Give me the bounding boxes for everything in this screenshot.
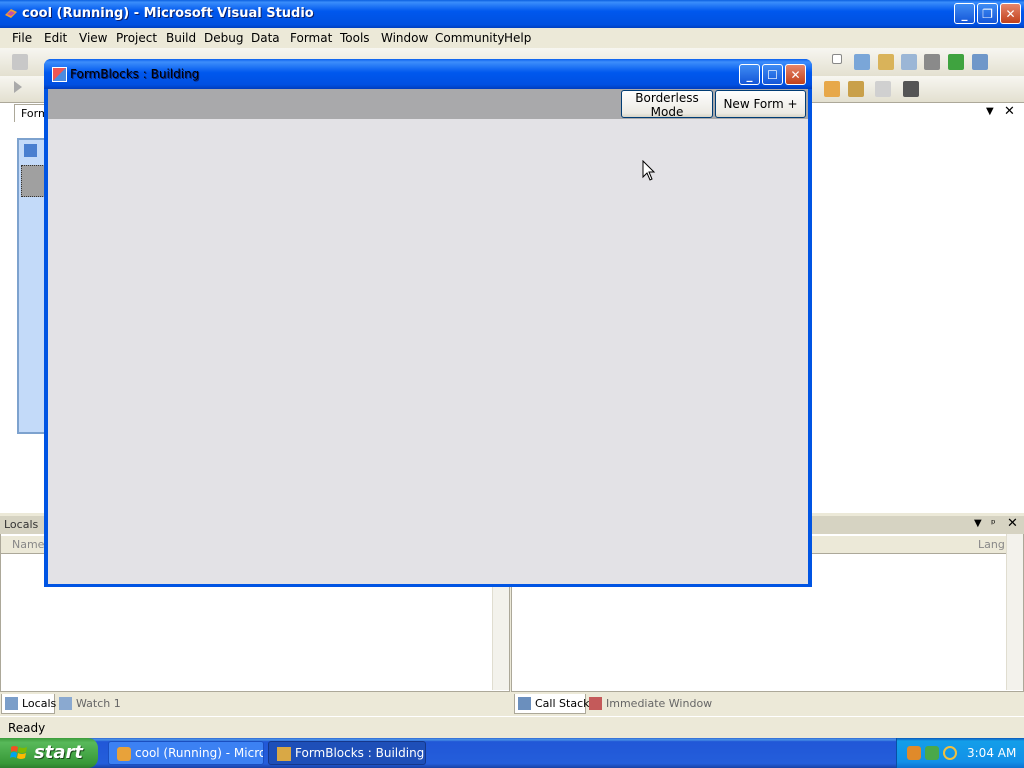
- locals-icon: [5, 697, 18, 710]
- taskbar-item-visual-studio-label: cool (Running) - Micro...: [135, 746, 264, 760]
- call-stack-icon: [518, 697, 531, 710]
- taskbar-item-visual-studio[interactable]: cool (Running) - Micro...: [108, 741, 264, 765]
- tab-watch-1[interactable]: Watch 1: [56, 694, 126, 714]
- start-button[interactable]: start: [0, 738, 98, 768]
- immediate-window-icon: [589, 697, 602, 710]
- menu-project[interactable]: Project: [116, 31, 157, 45]
- system-tray: 3:04 AM: [896, 738, 1024, 768]
- menu-debug[interactable]: Debug: [204, 31, 243, 45]
- tab-locals-label: Locals: [22, 697, 57, 710]
- borderless-mode-button[interactable]: Borderless Mode: [621, 90, 713, 119]
- tab-call-stack[interactable]: Call Stack: [514, 694, 590, 714]
- locals-title: Locals: [4, 518, 39, 531]
- properties-icon[interactable]: [901, 54, 917, 70]
- menu-tools[interactable]: Tools: [340, 31, 370, 45]
- window-title: cool (Running) - Microsoft Visual Studio: [22, 6, 314, 21]
- close-pane-icon[interactable]: ✕: [1007, 516, 1018, 531]
- formblocks-title: FormBlocks : Building: [70, 67, 200, 81]
- tray-app-icon[interactable]: [907, 746, 921, 760]
- minimize-button[interactable]: _: [954, 3, 975, 24]
- restore-icon: ❐: [982, 7, 993, 21]
- taskbar-item-formblocks[interactable]: FormBlocks : Building: [268, 741, 426, 765]
- window-position-icon[interactable]: ▼: [986, 106, 994, 117]
- solution-explorer-icon[interactable]: [878, 54, 894, 70]
- tray-search-icon[interactable]: [943, 746, 957, 760]
- close-icon: ✕: [790, 68, 801, 82]
- form-app-icon: [52, 67, 67, 82]
- windows-logo-icon: [10, 746, 27, 759]
- close-icon: ✕: [1005, 7, 1016, 21]
- menu-format[interactable]: Format: [290, 31, 332, 45]
- menu-bar: File Edit View Project Build Debug Data …: [0, 28, 1024, 48]
- tab-immediate-window-label: Immediate Window: [606, 697, 713, 710]
- bring-to-front-icon[interactable]: [824, 81, 840, 97]
- menu-edit[interactable]: Edit: [44, 31, 67, 45]
- formblocks-client-area[interactable]: [48, 89, 808, 584]
- tab-immediate-window[interactable]: Immediate Window: [586, 694, 716, 714]
- tab-order-icon[interactable]: [903, 81, 919, 97]
- close-button[interactable]: ✕: [1000, 3, 1021, 24]
- menu-view[interactable]: View: [79, 31, 107, 45]
- menu-window[interactable]: Window: [381, 31, 428, 45]
- pane-dropdown-icon[interactable]: ▼: [974, 518, 982, 529]
- locals-col-name: Name: [12, 538, 45, 551]
- maximize-icon: ☐: [767, 68, 778, 82]
- clock: 3:04 AM: [967, 746, 1017, 760]
- send-to-back-icon[interactable]: [848, 81, 864, 97]
- call-stack-header: ▼ ᵖ ✕: [811, 516, 1024, 534]
- status-bar: Ready: [0, 716, 1024, 739]
- tray-network-icon[interactable]: [925, 746, 939, 760]
- status-text: Ready: [8, 721, 46, 735]
- watch-icon: [59, 697, 72, 710]
- new-form-button[interactable]: New Form +: [715, 90, 806, 118]
- form-app-icon: [277, 747, 291, 761]
- new-project-icon[interactable]: [12, 54, 28, 70]
- menu-file[interactable]: File: [12, 31, 32, 45]
- continue-icon[interactable]: [14, 81, 22, 93]
- dropdown-arrow-icon[interactable]: [832, 54, 842, 64]
- menu-help[interactable]: Help: [504, 31, 531, 45]
- find-icon[interactable]: [854, 54, 870, 70]
- vs-title-bar[interactable]: cool (Running) - Microsoft Visual Studio…: [0, 0, 1024, 28]
- start-label: start: [34, 742, 83, 763]
- formblocks-maximize-button[interactable]: ☐: [762, 64, 783, 85]
- formblocks-minimize-button[interactable]: _: [739, 64, 760, 85]
- tab-call-stack-label: Call Stack: [535, 697, 590, 710]
- call-stack-col-lang: Lang: [978, 538, 1005, 551]
- tab-locals[interactable]: Locals: [1, 694, 57, 714]
- minimize-icon: _: [746, 68, 753, 82]
- close-document-icon[interactable]: ✕: [1004, 104, 1015, 119]
- minimize-icon: _: [961, 7, 968, 21]
- menu-build[interactable]: Build: [166, 31, 196, 45]
- menu-community[interactable]: Community: [435, 31, 504, 45]
- call-stack-scrollbar[interactable]: [1006, 534, 1023, 690]
- toolbox-icon[interactable]: [924, 54, 940, 70]
- restore-button[interactable]: ❐: [977, 3, 998, 24]
- visual-studio-icon: [117, 747, 131, 761]
- start-page-icon[interactable]: [948, 54, 964, 70]
- command-window-icon[interactable]: [972, 54, 988, 70]
- formblocks-close-button[interactable]: ✕: [785, 64, 806, 85]
- pin-icon[interactable]: ᵖ: [991, 517, 996, 530]
- visual-studio-icon: [5, 9, 17, 18]
- taskbar-item-formblocks-label: FormBlocks : Building: [295, 746, 425, 760]
- tab-watch-1-label: Watch 1: [76, 697, 121, 710]
- menu-data[interactable]: Data: [251, 31, 280, 45]
- form-designer-icon: [24, 144, 37, 157]
- mouse-cursor-icon: [642, 160, 656, 181]
- align-icon[interactable]: [875, 81, 891, 97]
